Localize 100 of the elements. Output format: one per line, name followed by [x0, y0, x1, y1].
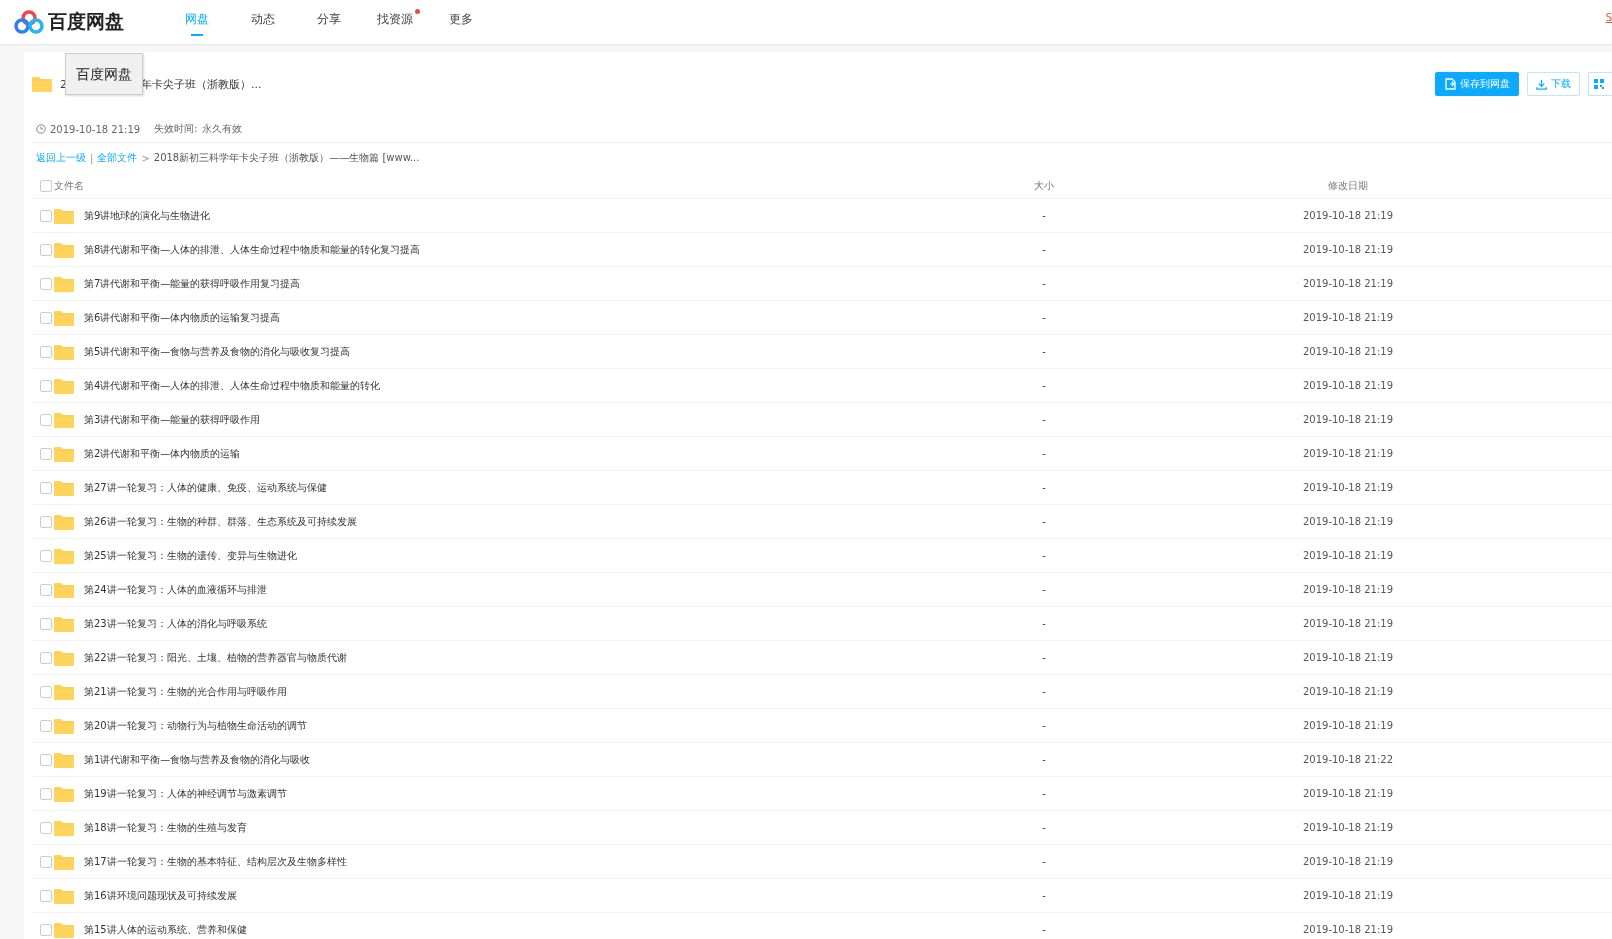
- folder-icon: [54, 275, 74, 292]
- row-checkbox[interactable]: [40, 753, 52, 766]
- row-checkbox[interactable]: [40, 923, 52, 936]
- folder-icon: [54, 547, 74, 564]
- column-header[interactable]: 修改日期: [1328, 178, 1368, 193]
- row-checkbox[interactable]: [40, 685, 52, 698]
- file-size: -: [1042, 890, 1046, 901]
- folder-icon: [54, 581, 74, 598]
- folder-icon: [54, 411, 74, 428]
- file-size: -: [1042, 380, 1046, 391]
- folder-name[interactable]: 第21讲一轮复习：生物的光合作用与呼吸作用: [84, 684, 287, 699]
- nav-tab[interactable]: 找资源: [362, 0, 428, 44]
- qr-code-button[interactable]: [1588, 72, 1612, 96]
- modified-date: 2019-10-18 21:19: [1302, 414, 1394, 425]
- folder-icon: [54, 887, 74, 904]
- row-checkbox[interactable]: [40, 481, 52, 494]
- column-header[interactable]: 大小: [1034, 178, 1054, 193]
- row-checkbox[interactable]: [40, 651, 52, 664]
- folder-name[interactable]: 第6讲代谢和平衡—体内物质的运输复习提高: [84, 310, 281, 325]
- folder-icon: [54, 513, 74, 530]
- folder-name[interactable]: 第22讲一轮复习：阳光、土壤、植物的营养器官与物质代谢: [84, 650, 347, 665]
- folder-name[interactable]: 第23讲一轮复习：人体的消化与呼吸系统: [84, 616, 267, 631]
- modified-date: 2019-10-18 21:19: [1302, 516, 1394, 527]
- tooltip: 百度网盘: [65, 53, 143, 95]
- folder-icon: [54, 445, 74, 462]
- row-checkbox[interactable]: [40, 209, 52, 222]
- folder-name[interactable]: 第16讲环境问题现状及可持续发展: [84, 888, 237, 903]
- row-checkbox[interactable]: [40, 583, 52, 596]
- file-size: -: [1042, 346, 1046, 357]
- qr-code-icon: [1593, 78, 1605, 90]
- folder-name[interactable]: 第27讲一轮复习：人体的健康、免疫、运动系统与保健: [84, 480, 327, 495]
- row-checkbox[interactable]: [40, 447, 52, 460]
- folder-name[interactable]: 第20讲一轮复习：动物行为与植物生命活动的调节: [84, 718, 307, 733]
- user-link[interactable]: S: [1605, 12, 1612, 23]
- modified-date: 2019-10-18 21:19: [1302, 482, 1394, 493]
- modified-date: 2019-10-18 21:19: [1302, 380, 1394, 391]
- folder-name[interactable]: 第1讲代谢和平衡—食物与营养及食物的消化与吸收: [84, 752, 311, 767]
- save-icon: [1444, 78, 1456, 90]
- nav-tab[interactable]: 更多: [428, 0, 494, 44]
- folder-name[interactable]: 第8讲代谢和平衡—人体的排泄、人体生命过程中物质和能量的转化复习提高: [84, 242, 421, 257]
- row-checkbox[interactable]: [40, 787, 52, 800]
- folder-icon: [54, 819, 74, 836]
- folder-name[interactable]: 第9讲地球的演化与生物进化: [84, 208, 211, 223]
- modified-date: 2019-10-18 21:22: [1302, 754, 1394, 765]
- folder-name[interactable]: 第25讲一轮复习：生物的遗传、变异与生物进化: [84, 548, 297, 563]
- clock-icon: [36, 124, 46, 134]
- row-checkbox[interactable]: [40, 345, 52, 358]
- file-size: -: [1042, 516, 1046, 527]
- file-size: -: [1042, 584, 1046, 595]
- folder-name[interactable]: 第7讲代谢和平衡—能量的获得呼吸作用复习提高: [84, 276, 301, 291]
- row-checkbox[interactable]: [40, 719, 52, 732]
- row-checkbox[interactable]: [40, 243, 52, 256]
- nav-tab[interactable]: 分享: [296, 0, 362, 44]
- select-all-checkbox[interactable]: [40, 179, 52, 192]
- folder-icon: [54, 343, 74, 360]
- modified-date: 2019-10-18 21:19: [1302, 278, 1394, 289]
- expiry-label: 失效时间:: [154, 122, 198, 136]
- row-checkbox[interactable]: [40, 617, 52, 630]
- folder-name[interactable]: 第17讲一轮复习：生物的基本特征、结构层次及生物多样性: [84, 854, 347, 869]
- modified-date: 2019-10-18 21:19: [1302, 346, 1394, 357]
- row-checkbox[interactable]: [40, 277, 52, 290]
- folder-icon: [54, 785, 74, 802]
- folder-name[interactable]: 第3讲代谢和平衡—能量的获得呼吸作用: [84, 412, 261, 427]
- folder-name[interactable]: 第5讲代谢和平衡—食物与营养及食物的消化与吸收复习提高: [84, 344, 351, 359]
- file-size: -: [1042, 210, 1046, 221]
- download-icon: [1536, 78, 1547, 90]
- file-size: -: [1042, 720, 1046, 731]
- row-checkbox[interactable]: [40, 889, 52, 902]
- cloud-logo-icon: [14, 9, 44, 35]
- created-time: 2019-10-18 21:19: [50, 123, 141, 135]
- file-size: -: [1042, 278, 1046, 289]
- column-header[interactable]: 文件名: [54, 178, 84, 193]
- row-checkbox[interactable]: [40, 549, 52, 562]
- folder-icon: [54, 615, 74, 632]
- modified-date: 2019-10-18 21:19: [1302, 448, 1394, 459]
- folder-name[interactable]: 第26讲一轮复习：生物的种群、群落、生态系统及可持续发展: [84, 514, 357, 529]
- row-checkbox[interactable]: [40, 821, 52, 834]
- file-size: -: [1042, 822, 1046, 833]
- modified-date: 2019-10-18 21:19: [1302, 822, 1394, 833]
- row-checkbox[interactable]: [40, 311, 52, 324]
- logo-text: 百度网盘: [48, 9, 124, 34]
- row-checkbox[interactable]: [40, 515, 52, 528]
- folder-name[interactable]: 第15讲人体的运动系统、营养和保健: [84, 922, 247, 937]
- row-checkbox[interactable]: [40, 413, 52, 426]
- file-size: -: [1042, 652, 1046, 663]
- folder-name[interactable]: 第18讲一轮复习：生物的生殖与发育: [84, 820, 247, 835]
- modified-date: 2019-10-18 21:19: [1302, 856, 1394, 867]
- nav-tab[interactable]: 动态: [230, 0, 296, 44]
- breadcrumb-current: 2018新初三科学年卡尖子班（浙教版）——生物篇 [www...: [153, 151, 420, 165]
- file-size: -: [1042, 244, 1046, 255]
- folder-name[interactable]: 第19讲一轮复习：人体的神经调节与激素调节: [84, 786, 287, 801]
- folder-name[interactable]: 第4讲代谢和平衡—人体的排泄、人体生命过程中物质和能量的转化: [84, 378, 381, 393]
- modified-date: 2019-10-18 21:19: [1302, 788, 1394, 799]
- modified-date: 2019-10-18 21:19: [1302, 686, 1394, 697]
- folder-name[interactable]: 第2讲代谢和平衡—体内物质的运输: [84, 446, 241, 461]
- row-checkbox[interactable]: [40, 855, 52, 868]
- file-size: -: [1042, 788, 1046, 799]
- row-checkbox[interactable]: [40, 379, 52, 392]
- file-size: -: [1042, 312, 1046, 323]
- folder-name[interactable]: 第24讲一轮复习：人体的血液循环与排泄: [84, 582, 267, 597]
